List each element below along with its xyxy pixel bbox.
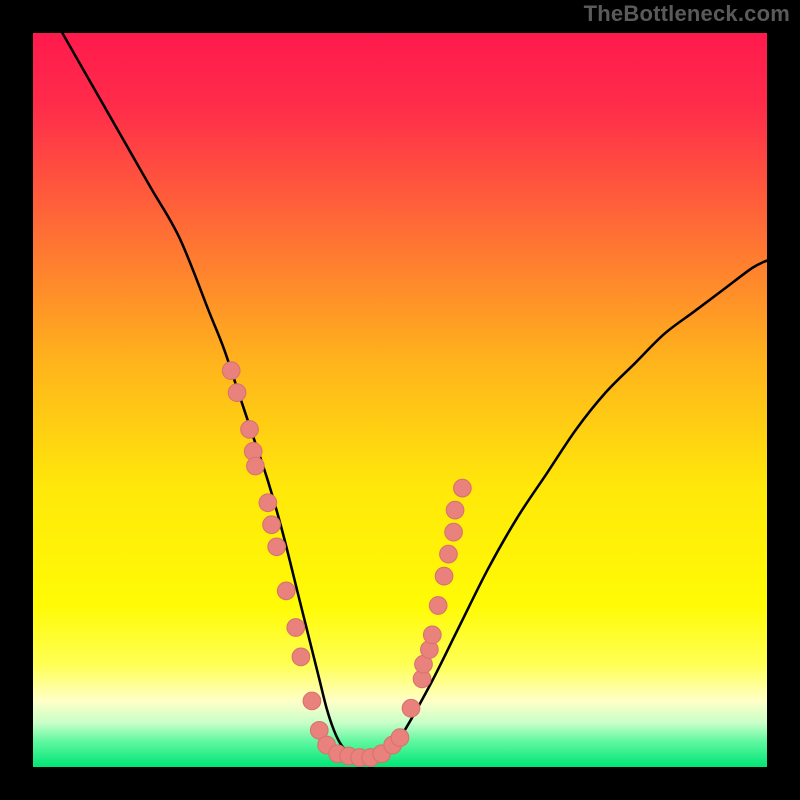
- plot-area: [33, 33, 767, 767]
- marker-dot: [228, 384, 246, 402]
- attribution-text: TheBottleneck.com: [584, 1, 790, 27]
- marker-dot: [292, 648, 310, 666]
- marker-dot: [241, 421, 259, 439]
- sample-markers: [33, 33, 767, 767]
- marker-dot: [277, 582, 295, 600]
- marker-dot: [287, 619, 305, 637]
- marker-dot: [222, 362, 240, 380]
- marker-dot: [303, 692, 321, 710]
- marker-dot: [445, 523, 463, 541]
- chart-frame: TheBottleneck.com: [0, 0, 800, 800]
- marker-dot: [247, 457, 265, 475]
- marker-dot: [429, 597, 447, 615]
- marker-dot: [263, 516, 281, 534]
- marker-dot: [402, 699, 420, 717]
- marker-dot: [391, 729, 409, 747]
- marker-dot: [446, 501, 464, 519]
- marker-dot: [259, 494, 277, 512]
- marker-dot: [423, 626, 441, 644]
- marker-dot: [454, 479, 472, 497]
- marker-dot: [440, 545, 458, 563]
- marker-dot: [435, 567, 453, 585]
- marker-dot: [268, 538, 286, 556]
